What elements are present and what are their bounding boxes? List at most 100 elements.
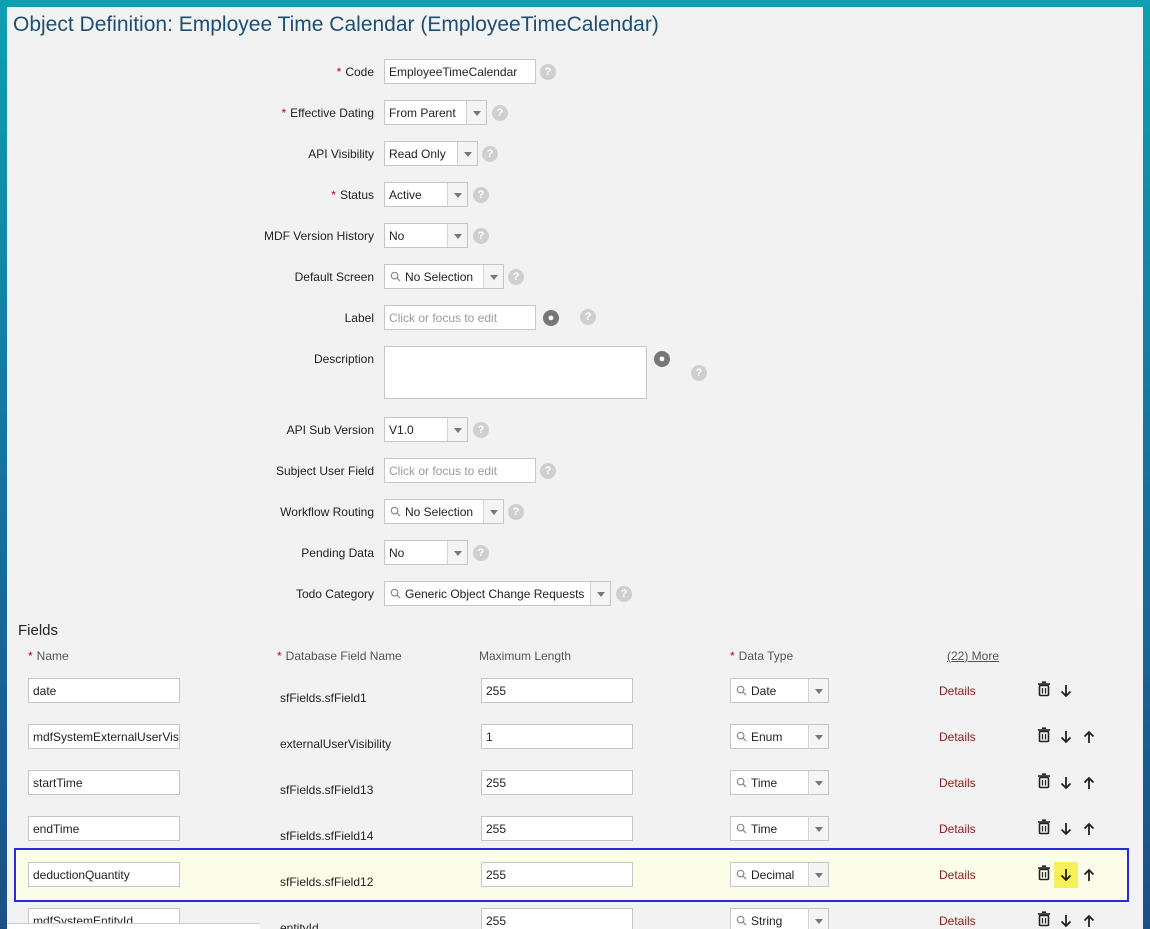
- field-name-input[interactable]: date: [28, 678, 180, 703]
- description-label: Description: [313, 352, 374, 366]
- move-up-icon[interactable]: [1081, 729, 1097, 745]
- move-up-icon[interactable]: [1081, 821, 1097, 837]
- code-input[interactable]: EmployeeTimeCalendar: [384, 59, 536, 84]
- chevron-down-icon[interactable]: [483, 265, 503, 288]
- chevron-down-icon[interactable]: [808, 679, 828, 702]
- workflow-routing-select[interactable]: No Selection: [384, 499, 504, 524]
- chevron-down-icon[interactable]: [483, 500, 503, 523]
- mdf-version-history-help-icon[interactable]: ?: [473, 228, 489, 244]
- description-help-icon[interactable]: ?: [691, 365, 707, 381]
- default-screen-select[interactable]: No Selection: [384, 264, 504, 289]
- code-help-icon[interactable]: ?: [540, 64, 556, 80]
- field-details-link[interactable]: Details: [939, 776, 976, 790]
- move-down-icon[interactable]: [1054, 862, 1078, 888]
- mdf-version-history-label: MDF Version History: [263, 229, 374, 243]
- api-visibility-help-icon[interactable]: ?: [482, 146, 498, 162]
- delete-icon[interactable]: [1036, 865, 1052, 881]
- pending-data-select[interactable]: No: [384, 540, 468, 565]
- workflow-routing-help-icon[interactable]: ?: [508, 504, 524, 520]
- delete-icon[interactable]: [1036, 727, 1052, 743]
- field-data-type-select[interactable]: Enum: [730, 724, 829, 749]
- move-up-icon[interactable]: [1081, 913, 1097, 929]
- todo-category-select[interactable]: Generic Object Change Requests: [384, 581, 611, 606]
- field-max-length-input[interactable]: 1: [481, 724, 633, 749]
- field-max-length-input[interactable]: 255: [481, 678, 633, 703]
- move-down-icon[interactable]: [1058, 913, 1074, 929]
- field-max-length-input[interactable]: 255: [481, 816, 633, 841]
- move-up-icon[interactable]: [1081, 775, 1097, 791]
- api-visibility-label: API Visibility: [308, 147, 374, 161]
- description-textarea[interactable]: [384, 346, 647, 399]
- chevron-down-icon[interactable]: [808, 771, 828, 794]
- field-db-name: sfFields.sfField14: [280, 829, 374, 843]
- more-columns-link[interactable]: (22) More: [947, 649, 999, 663]
- status-select[interactable]: Active: [384, 182, 468, 207]
- chevron-down-icon[interactable]: [808, 863, 828, 886]
- chevron-down-icon[interactable]: [447, 541, 467, 564]
- chevron-down-icon[interactable]: [466, 101, 486, 124]
- field-data-type-select[interactable]: Decimal: [730, 862, 829, 887]
- default-screen-help-icon[interactable]: ?: [508, 269, 524, 285]
- label-help-icon[interactable]: ?: [580, 309, 596, 325]
- effective-dating-select[interactable]: From Parent: [384, 100, 487, 125]
- chevron-down-icon[interactable]: [447, 224, 467, 247]
- delete-icon[interactable]: [1036, 681, 1052, 697]
- field-name-input[interactable]: mdfSystemExternalUserVisibility: [28, 724, 180, 749]
- object-definition-panel: Object Definition: Employee Time Calenda…: [7, 7, 1143, 929]
- field-max-length-input[interactable]: 255: [481, 908, 633, 929]
- field-max-length-input[interactable]: 255: [481, 770, 633, 795]
- move-down-icon[interactable]: [1058, 775, 1074, 791]
- field-details-link[interactable]: Details: [939, 868, 976, 882]
- subject-user-field-label: Subject User Field: [275, 464, 374, 478]
- field-details-link[interactable]: Details: [939, 730, 976, 744]
- field-data-type-select[interactable]: Time: [730, 816, 829, 841]
- field-data-type-select[interactable]: Date: [730, 678, 829, 703]
- field-details-link[interactable]: Details: [939, 822, 976, 836]
- chevron-down-icon[interactable]: [808, 817, 828, 840]
- delete-icon[interactable]: [1036, 773, 1052, 789]
- move-down-icon[interactable]: [1058, 821, 1074, 837]
- api-sub-version-select[interactable]: V1.0: [384, 417, 468, 442]
- todo-category-help-icon[interactable]: ?: [616, 586, 632, 602]
- effective-dating-label: * Effective Dating: [281, 106, 375, 120]
- field-data-type-select[interactable]: Time: [730, 770, 829, 795]
- chevron-down-icon[interactable]: [447, 183, 467, 206]
- col-data-type-header: * Data Type: [730, 649, 794, 663]
- field-data-type-select[interactable]: String: [730, 908, 829, 929]
- chevron-down-icon[interactable]: [590, 582, 610, 605]
- globe-icon[interactable]: ●: [543, 310, 559, 326]
- search-icon: [390, 506, 401, 517]
- pending-data-help-icon[interactable]: ?: [473, 545, 489, 561]
- todo-category-label: Todo Category: [295, 587, 374, 601]
- effective-dating-help-icon[interactable]: ?: [492, 105, 508, 121]
- chevron-down-icon[interactable]: [808, 909, 828, 929]
- field-name-input[interactable]: endTime: [28, 816, 180, 841]
- chevron-down-icon[interactable]: [447, 418, 467, 441]
- subject-user-field-input[interactable]: Click or focus to edit: [384, 458, 536, 483]
- api-visibility-select[interactable]: Read Only: [384, 141, 478, 166]
- label-label: Label: [344, 311, 374, 325]
- move-down-icon[interactable]: [1058, 729, 1074, 745]
- delete-icon[interactable]: [1036, 819, 1052, 835]
- move-down-icon[interactable]: [1058, 683, 1074, 699]
- search-icon: [736, 777, 747, 788]
- field-max-length-input[interactable]: 255: [481, 862, 633, 887]
- status-help-icon[interactable]: ?: [473, 187, 489, 203]
- col-db-field-header: * Database Field Name: [277, 649, 402, 663]
- api-sub-version-help-icon[interactable]: ?: [473, 422, 489, 438]
- status-label: * Status: [331, 188, 374, 202]
- subject-user-field-help-icon[interactable]: ?: [540, 463, 556, 479]
- field-name-input[interactable]: startTime: [28, 770, 180, 795]
- mdf-version-history-select[interactable]: No: [384, 223, 468, 248]
- field-name-input[interactable]: deductionQuantity: [28, 862, 180, 887]
- delete-icon[interactable]: [1036, 911, 1052, 927]
- chevron-down-icon[interactable]: [457, 142, 477, 165]
- field-details-link[interactable]: Details: [939, 684, 976, 698]
- field-db-name: sfFields.sfField1: [280, 691, 367, 705]
- field-details-link[interactable]: Details: [939, 914, 976, 928]
- page-title: Object Definition: Employee Time Calenda…: [13, 13, 659, 36]
- label-input[interactable]: Click or focus to edit: [384, 305, 536, 330]
- chevron-down-icon[interactable]: [808, 725, 828, 748]
- globe-icon[interactable]: ●: [654, 351, 670, 367]
- move-up-icon[interactable]: [1081, 867, 1097, 883]
